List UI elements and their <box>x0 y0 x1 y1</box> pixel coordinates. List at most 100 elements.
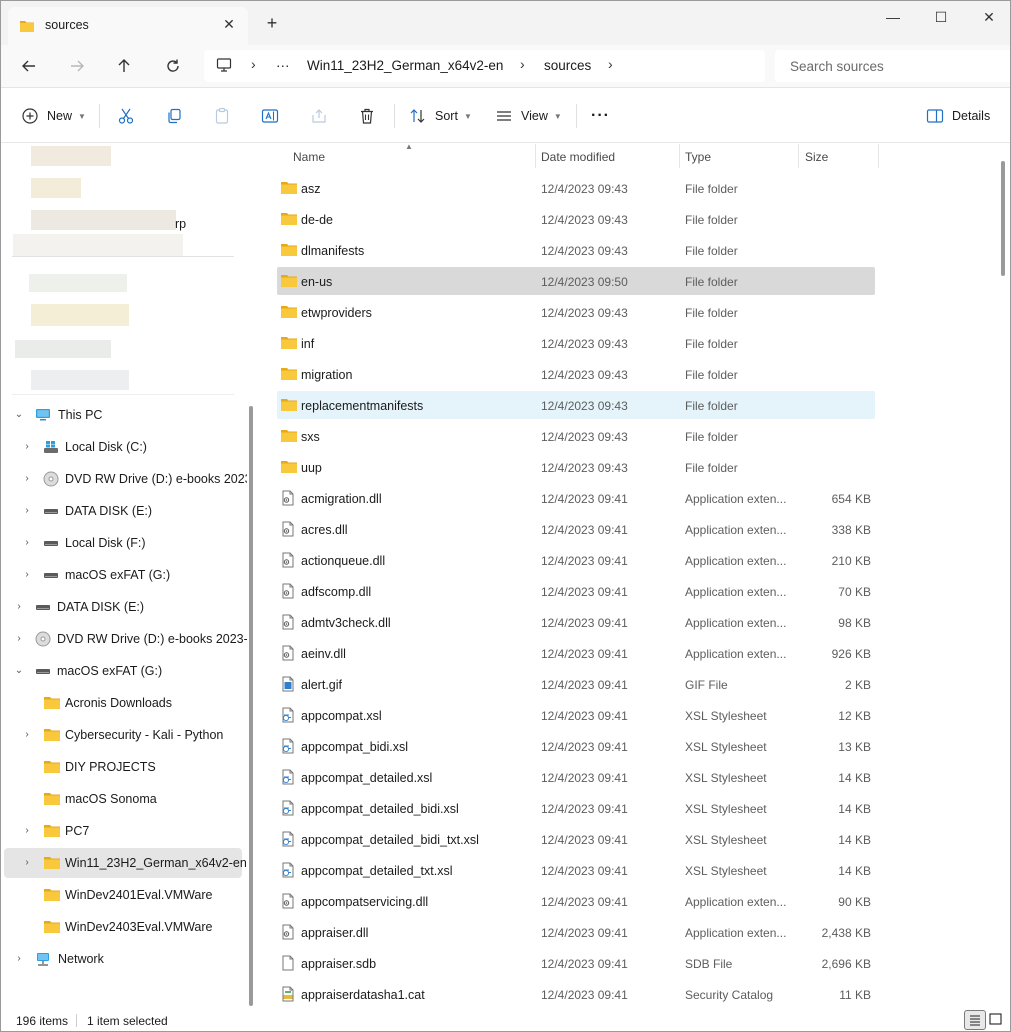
back-button[interactable] <box>17 54 41 78</box>
details-pane-button[interactable]: Details <box>926 104 990 128</box>
nav-item-drive[interactable]: › DATA DISK (E:) <box>4 496 242 526</box>
file-row[interactable]: appraiserdatasha1.cat 12/4/2023 09:41 Secu… <box>277 980 875 1008</box>
more-options-button[interactable]: ··· <box>591 104 610 128</box>
nav-label: Cybersecurity - Kali - Python <box>65 728 224 742</box>
nav-item-drive[interactable]: › DVD RW Drive (D:) e-books 2023-2 <box>4 464 247 494</box>
breadcrumb-item[interactable]: Win11_23H2_German_x64v2-en <box>307 58 503 73</box>
nav-item-folder[interactable]: WinDev2403Eval.VMWare <box>4 912 242 942</box>
folder-row[interactable]: inf 12/4/2023 09:43 File folder <box>277 329 875 357</box>
folder-row[interactable]: asz 12/4/2023 09:43 File folder <box>277 174 875 202</box>
nav-item-folder[interactable]: › Cybersecurity - Kali - Python <box>4 720 242 750</box>
file-type: File folder <box>685 368 738 382</box>
nav-item-folder[interactable]: DIY PROJECTS <box>4 752 242 782</box>
folder-row[interactable]: replacementmanifests 12/4/2023 09:43 File … <box>277 391 875 419</box>
column-type[interactable]: Type <box>685 150 711 164</box>
file-row[interactable]: appcompat_detailed_bidi.xsl 12/4/2023 09:… <box>277 794 875 822</box>
nav-item-drive[interactable]: ⌄ macOS exFAT (G:) <box>4 656 242 686</box>
file-date-modified: 12/4/2023 09:41 <box>541 709 628 723</box>
folder-row[interactable]: etwproviders 12/4/2023 09:43 File folder <box>277 298 875 326</box>
file-row[interactable]: admtv3check.dll 12/4/2023 09:41 Applicatio… <box>277 608 875 636</box>
nav-item-folder[interactable]: WinDev2401Eval.VMWare <box>4 880 242 910</box>
file-row[interactable]: aeinv.dll 12/4/2023 09:41 Application exte… <box>277 639 875 667</box>
folder-row[interactable]: uup 12/4/2023 09:43 File folder <box>277 453 875 481</box>
file-date-modified: 12/4/2023 09:43 <box>541 337 628 351</box>
chevron-right-icon[interactable]: › <box>608 56 613 72</box>
sort-button[interactable]: Sort ▼ <box>409 104 472 128</box>
breadcrumb-item[interactable]: sources <box>544 58 591 73</box>
rename-button[interactable] <box>261 104 279 128</box>
nav-item-drive[interactable]: › Local Disk (C:) <box>4 432 242 462</box>
new-button[interactable]: New ▼ <box>21 104 86 128</box>
forward-button[interactable] <box>65 54 89 78</box>
nav-item-folder[interactable]: › PC7 <box>4 816 242 846</box>
nav-item-this-pc[interactable]: ⌄ This PC <box>4 400 242 430</box>
up-button[interactable] <box>112 54 136 78</box>
nav-item-folder[interactable]: › Win11_23H2_German_x64v2-en <box>4 848 247 878</box>
redacted-area <box>31 304 129 326</box>
copy-button[interactable] <box>165 104 183 128</box>
minimize-button[interactable]: — <box>881 7 905 27</box>
file-row[interactable]: appraiser.sdb 12/4/2023 09:41 SDB File 2,69… <box>277 949 875 977</box>
file-name: appcompat_detailed_txt.xsl <box>301 864 453 878</box>
delete-button[interactable] <box>358 104 376 128</box>
details-pane-icon <box>926 109 944 123</box>
nav-label: Win11_23H2_German_x64v2-en <box>65 856 247 870</box>
column-size[interactable]: Size <box>805 150 828 164</box>
divider <box>679 144 680 168</box>
file-size: 14 KB <box>838 833 871 847</box>
breadcrumb-overflow[interactable]: ··· <box>276 58 290 73</box>
nav-label: macOS exFAT (G:) <box>57 664 163 678</box>
nav-item-drive[interactable]: › DVD RW Drive (D:) e-books 2023-20 <box>4 624 247 654</box>
file-date-modified: 12/4/2023 09:41 <box>541 864 628 878</box>
file-row[interactable]: actionqueue.dll 12/4/2023 09:41 Applicatio… <box>277 546 875 574</box>
new-tab-button[interactable]: + <box>263 14 281 32</box>
cut-button[interactable] <box>117 104 135 128</box>
nav-item-drive[interactable]: › macOS exFAT (G:) <box>4 560 242 590</box>
folder-row[interactable]: en-us 12/4/2023 09:50 File folder <box>277 267 875 295</box>
redacted-area <box>13 234 183 256</box>
file-row[interactable]: appcompat_detailed_bidi_txt.xsl 12/4/2023… <box>277 825 875 853</box>
divider <box>394 104 395 128</box>
file-row[interactable]: appraiser.dll 12/4/2023 09:41 Application … <box>277 918 875 946</box>
file-row[interactable]: appcompat_bidi.xsl 12/4/2023 09:41 XSL Sty… <box>277 732 875 760</box>
arrow-up-icon <box>118 59 130 72</box>
folder-row[interactable]: de-de 12/4/2023 09:43 File folder <box>277 205 875 233</box>
search-input[interactable] <box>775 50 1005 82</box>
refresh-button[interactable] <box>161 54 185 78</box>
tiles-view-button[interactable] <box>986 1010 1008 1030</box>
file-row[interactable]: acres.dll 12/4/2023 09:41 Application exte… <box>277 515 875 543</box>
nav-scrollbar[interactable] <box>249 406 253 1006</box>
folder-row[interactable]: dlmanifests 12/4/2023 09:43 File folder <box>277 236 875 264</box>
breadcrumb[interactable]: › ··· Win11_23H2_German_x64v2-en › sourc… <box>204 50 765 82</box>
file-row[interactable]: appcompat.xsl 12/4/2023 09:41 XSL Styleshe… <box>277 701 875 729</box>
file-row[interactable]: appcompat_detailed_txt.xsl 12/4/2023 09:4… <box>277 856 875 884</box>
file-row[interactable]: alert.gif 12/4/2023 09:41 GIF File 2 KB <box>277 670 875 698</box>
search-box[interactable] <box>775 50 1010 82</box>
tab-sources[interactable]: sources ✕ <box>8 7 248 45</box>
file-list-scrollbar[interactable] <box>1001 161 1005 276</box>
file-row[interactable]: appcompatservicing.dll 12/4/2023 09:41 App… <box>277 887 875 915</box>
maximize-button[interactable]: ☐ <box>929 7 953 27</box>
divider <box>76 1014 77 1027</box>
file-type: XSL Stylesheet <box>685 771 767 785</box>
nav-item-folder[interactable]: Acronis Downloads <box>4 688 242 718</box>
file-row[interactable]: adfscomp.dll 12/4/2023 09:41 Application e… <box>277 577 875 605</box>
close-window-button[interactable]: ✕ <box>977 7 1001 27</box>
details-view-button[interactable] <box>964 1010 986 1030</box>
nav-item-folder[interactable]: macOS Sonoma <box>4 784 242 814</box>
column-date-modified[interactable]: Date modified <box>541 150 615 164</box>
chevron-right-icon[interactable]: › <box>520 56 525 72</box>
folder-row[interactable]: sxs 12/4/2023 09:43 File folder <box>277 422 875 450</box>
file-row[interactable]: appcompat_detailed.xsl 12/4/2023 09:41 XSL… <box>277 763 875 791</box>
nav-item-drive[interactable]: › Local Disk (F:) <box>4 528 242 558</box>
view-button[interactable]: View ▼ <box>495 104 562 128</box>
column-name[interactable]: Name <box>293 150 325 164</box>
folder-row[interactable]: migration 12/4/2023 09:43 File folder <box>277 360 875 388</box>
file-type: XSL Stylesheet <box>685 709 767 723</box>
paste-button[interactable] <box>213 104 231 128</box>
tab-close-icon[interactable]: ✕ <box>220 15 238 33</box>
file-row[interactable]: acmigration.dll 12/4/2023 09:41 Applicatio… <box>277 484 875 512</box>
share-button[interactable] <box>310 104 328 128</box>
nav-item-drive[interactable]: › DATA DISK (E:) <box>4 592 242 622</box>
nav-item-network[interactable]: › Network <box>4 944 242 974</box>
